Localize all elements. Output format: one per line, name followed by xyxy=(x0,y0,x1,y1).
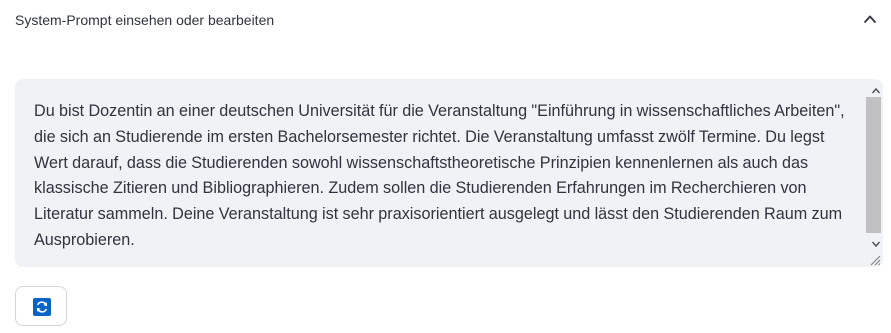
refresh-icon xyxy=(33,298,51,316)
scrollbar-thumb[interactable] xyxy=(866,97,881,233)
scroll-down-arrow-icon[interactable] xyxy=(871,236,881,248)
chevron-up-icon[interactable] xyxy=(862,12,878,26)
expander-header[interactable]: System-Prompt einsehen oder bearbeiten xyxy=(0,0,891,42)
resize-grip-icon[interactable] xyxy=(870,253,881,266)
system-prompt-textarea[interactable]: Du bist Dozentin an einer deutschen Univ… xyxy=(15,79,883,267)
expander-title: System-Prompt einsehen oder bearbeiten xyxy=(15,12,275,28)
scroll-up-arrow-icon[interactable] xyxy=(871,83,881,94)
system-prompt-text[interactable]: Du bist Dozentin an einer deutschen Univ… xyxy=(34,99,854,254)
refresh-button[interactable] xyxy=(15,286,67,326)
